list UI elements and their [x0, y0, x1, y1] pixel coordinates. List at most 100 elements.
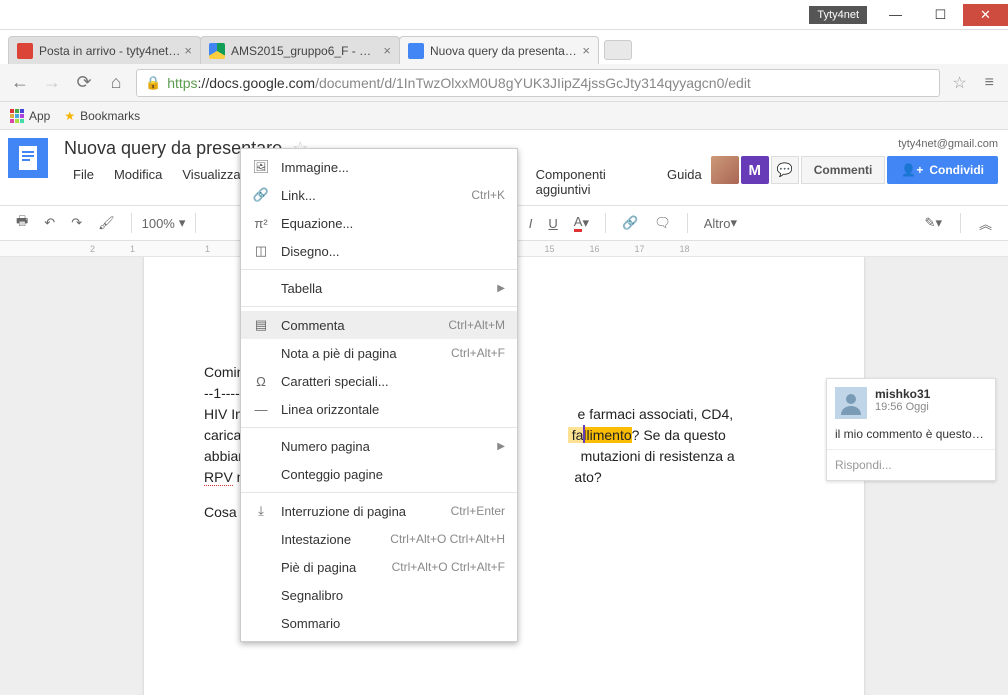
- gmail-icon: [17, 43, 33, 59]
- menu-item-label: Immagine...: [281, 160, 505, 175]
- menu-file[interactable]: File: [64, 163, 103, 201]
- menu-item-label: Piè di pagina: [281, 560, 392, 575]
- menu-item[interactable]: 🖼 Immagine...: [241, 153, 517, 181]
- zoom-select[interactable]: 100% ▾: [142, 215, 186, 231]
- highlighted-text: fa: [568, 427, 584, 443]
- maximize-button[interactable]: ☐: [918, 4, 963, 26]
- close-tab-icon[interactable]: ×: [184, 43, 192, 58]
- undo-button[interactable]: ↶: [38, 211, 61, 235]
- browser-tab[interactable]: AMS2015_gruppo6_F - Gc… ×: [200, 36, 400, 64]
- apps-button[interactable]: App: [10, 109, 50, 123]
- menu-item-label: Linea orizzontale: [281, 402, 505, 417]
- menu-item-label: Link...: [281, 188, 471, 203]
- chat-button[interactable]: 💬: [771, 156, 799, 184]
- browser-tab-active[interactable]: Nuova query da presentar… ×: [399, 36, 599, 64]
- home-button[interactable]: ⌂: [104, 71, 128, 95]
- window-badge: Tyty4net: [809, 6, 867, 24]
- underline-button[interactable]: U: [542, 212, 563, 235]
- browser-tabstrip: Posta in arrivo - tyty4net… × AMS2015_gr…: [0, 30, 1008, 64]
- menu-item[interactable]: IntestazioneCtrl+Alt+O Ctrl+Alt+H: [241, 525, 517, 553]
- more-button[interactable]: Altro ▾: [698, 211, 743, 235]
- person-add-icon: 👤+: [901, 163, 923, 177]
- comments-button[interactable]: Commenti: [801, 156, 886, 184]
- menu-edit[interactable]: Modifica: [105, 163, 171, 201]
- close-button[interactable]: ✕: [963, 4, 1008, 26]
- browser-tab[interactable]: Posta in arrivo - tyty4net… ×: [8, 36, 201, 64]
- editing-mode-button[interactable]: ✎ ▾: [919, 211, 948, 235]
- menu-item[interactable]: — Linea orizzontale: [241, 395, 517, 423]
- comment-reply-input[interactable]: Rispondi...: [827, 449, 995, 480]
- bookmark-item[interactable]: ★ Bookmarks: [64, 109, 140, 123]
- menu-item[interactable]: Segnalibro: [241, 581, 517, 609]
- menu-item[interactable]: Conteggio pagine: [241, 460, 517, 488]
- menu-shortcut: Ctrl+Enter: [451, 504, 505, 518]
- link-icon: 🔗: [251, 187, 271, 203]
- menu-item[interactable]: 🔗Link...Ctrl+K: [241, 181, 517, 209]
- collaborator-avatar[interactable]: [711, 156, 739, 184]
- paint-format-button[interactable]: 🖌: [92, 211, 121, 235]
- menu-item[interactable]: Nota a piè di paginaCtrl+Alt+F: [241, 339, 517, 367]
- comment-time: 19:56 Oggi: [875, 401, 930, 413]
- menu-item-label: Tabella: [281, 281, 497, 296]
- pgbrk-icon: ⤓: [251, 503, 271, 519]
- menu-item-label: Nota a piè di pagina: [281, 346, 451, 361]
- comment-thread[interactable]: mishko31 19:56 Oggi il mio commento è qu…: [826, 378, 996, 481]
- bookmark-star-icon[interactable]: ☆: [948, 73, 970, 93]
- menu-shortcut: Ctrl+Alt+M: [448, 318, 505, 332]
- menu-item-label: Disegno...: [281, 244, 505, 259]
- docs-logo[interactable]: [8, 138, 48, 178]
- new-tab-button[interactable]: [604, 40, 632, 60]
- back-button[interactable]: ←: [8, 71, 32, 95]
- commenter-avatar: [835, 387, 867, 419]
- insert-link-button[interactable]: 🔗: [616, 211, 644, 235]
- draw-icon: ◫: [251, 243, 271, 259]
- hr-icon: —: [251, 402, 271, 417]
- menu-item-label: Numero pagina: [281, 439, 497, 454]
- pi-icon: π²: [251, 216, 271, 231]
- url-input[interactable]: 🔒 https://docs.google.com/document/d/1In…: [136, 69, 940, 97]
- chevron-down-icon: ▾: [179, 215, 186, 231]
- menu-item-label: Sommario: [281, 616, 505, 631]
- text-color-button[interactable]: A ▾: [568, 210, 595, 236]
- submenu-arrow-icon: ▶: [497, 441, 505, 452]
- collapse-toolbar-button[interactable]: ︽: [973, 210, 998, 237]
- menu-view[interactable]: Visualizza: [173, 163, 249, 201]
- menu-item[interactable]: ▤CommentaCtrl+Alt+M: [241, 311, 517, 339]
- menu-item[interactable]: Piè di paginaCtrl+Alt+O Ctrl+Alt+F: [241, 553, 517, 581]
- menu-item[interactable]: π²Equazione...: [241, 209, 517, 237]
- menu-item[interactable]: ⤓ Interruzione di paginaCtrl+Enter: [241, 497, 517, 525]
- menu-item[interactable]: Numero pagina▶: [241, 432, 517, 460]
- omega-icon: Ω: [251, 374, 271, 389]
- menu-item[interactable]: ◫ Disegno...: [241, 237, 517, 265]
- body-text: e farmaci associati, CD4,: [578, 406, 734, 422]
- menu-addons[interactable]: Componenti aggiuntivi: [527, 163, 656, 201]
- body-text: ato?: [574, 469, 601, 485]
- browser-menu-button[interactable]: ≡: [979, 74, 1000, 92]
- redo-button[interactable]: ↷: [65, 211, 88, 235]
- menu-item-label: Interruzione di pagina: [281, 504, 451, 519]
- minimize-button[interactable]: —: [873, 4, 918, 26]
- user-email[interactable]: tyty4net@gmail.com: [711, 138, 998, 150]
- menu-item[interactable]: Tabella▶: [241, 274, 517, 302]
- submenu-arrow-icon: ▶: [497, 283, 505, 294]
- bookmark-label: Bookmarks: [80, 109, 140, 123]
- close-tab-icon[interactable]: ×: [582, 43, 590, 58]
- forward-button[interactable]: →: [40, 71, 64, 95]
- menu-item[interactable]: Sommario: [241, 609, 517, 637]
- window-titlebar: Tyty4net — ☐ ✕: [0, 0, 1008, 30]
- italic-button[interactable]: I: [523, 212, 539, 235]
- img-icon: 🖼: [251, 159, 271, 175]
- body-text: mutazioni di resistenza a: [577, 448, 735, 464]
- menu-help[interactable]: Guida: [658, 163, 711, 201]
- menu-item[interactable]: Ω Caratteri speciali...: [241, 367, 517, 395]
- chevron-down-icon: ▾: [582, 215, 589, 231]
- star-icon: ★: [64, 109, 75, 123]
- insert-comment-button[interactable]: 🗨: [648, 211, 677, 235]
- print-button[interactable]: 🖶: [10, 208, 34, 238]
- collaborator-avatar[interactable]: M: [741, 156, 769, 184]
- menu-item-label: Caratteri speciali...: [281, 374, 505, 389]
- share-button[interactable]: 👤+ Condividi: [887, 156, 998, 184]
- tab-label: AMS2015_gruppo6_F - Gc…: [231, 44, 379, 58]
- reload-button[interactable]: ⟳: [72, 71, 96, 95]
- close-tab-icon[interactable]: ×: [383, 43, 391, 58]
